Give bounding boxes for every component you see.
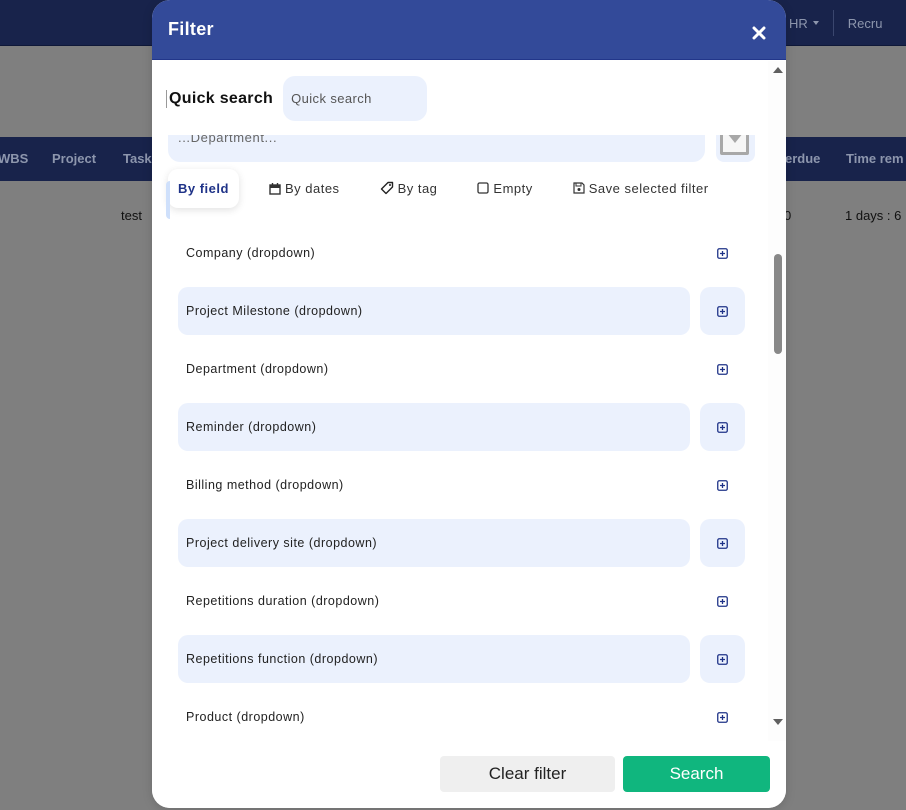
plus-square-icon [717,421,728,433]
tag-icon [380,181,393,195]
field-label: Billing method (dropdown) [186,478,344,492]
modal-body: Quick search ...Department... By field [152,61,786,741]
plus-square-icon [717,305,728,317]
field-row-department: Department (dropdown) [178,345,748,393]
add-field-button[interactable] [700,287,745,335]
add-field-button[interactable] [700,345,745,393]
add-field-button[interactable] [700,693,745,741]
field-row-product: Product (dropdown) [178,693,748,741]
department-select[interactable]: ...Department... [168,135,705,162]
chevron-down-icon [727,135,743,143]
modal-header: Filter [152,0,786,60]
nav-item-recruitment-label: Recru [847,15,883,31]
tab-label: By tag [397,180,438,196]
column-header-task[interactable]: Task [123,151,152,166]
field-label: Repetitions duration (dropdown) [186,594,380,608]
field-row-company: Company (dropdown) [178,229,748,277]
field-row-reminder: Reminder (dropdown) [178,403,748,451]
field-list: Company (dropdown) Project Milestone (dr… [178,229,748,741]
field-label: Project delivery site (dropdown) [178,519,690,567]
tab-label: By field [178,180,229,196]
column-header-overdue[interactable]: erdue [785,151,820,166]
modal-footer: Clear filter Search [152,741,786,808]
add-field-button[interactable] [700,403,745,451]
search-button[interactable]: Search [623,756,770,792]
field-label: Company (dropdown) [186,246,316,260]
department-dropdown-button[interactable] [716,135,755,162]
tab-label: By dates [284,180,340,196]
plus-square-icon [717,595,728,607]
field-label: Project Milestone (dropdown) [178,287,690,335]
nav-item-hr[interactable]: HR [789,16,819,31]
plus-square-icon [717,537,728,549]
filter-tabs: By field By dates By tag Empty Save sele… [166,167,709,219]
table-cell: test [121,208,142,223]
column-header-time-remaining[interactable]: Time rem [846,151,904,166]
nav-item-hr-label: HR [789,15,808,31]
modal-title: Filter [168,19,214,39]
close-button[interactable] [748,22,770,44]
tab-by-field[interactable]: By field [168,168,239,208]
add-field-button[interactable] [700,519,745,567]
field-row-billing-method: Billing method (dropdown) [178,461,748,509]
save-icon [573,182,585,194]
checkbox-icon [477,182,490,194]
plus-square-icon [717,363,728,375]
field-row-repetitions-duration: Repetitions duration (dropdown) [178,577,748,625]
clear-filter-button[interactable]: Clear filter [440,756,615,792]
field-row-project-delivery-site: Project delivery site (dropdown) [178,519,748,567]
tab-empty[interactable]: Empty [477,181,532,196]
tab-save-selected-filter[interactable]: Save selected filter [573,181,709,196]
field-label: Repetitions function (dropdown) [178,635,690,683]
scroll-up-arrow-icon[interactable] [773,67,783,73]
add-field-button[interactable] [700,635,745,683]
plus-square-icon [717,711,728,723]
table-cell: 1 days : 6 [845,208,902,223]
scrollbar[interactable] [768,61,786,741]
calendar-icon [269,182,281,195]
quick-search-row: Quick search [166,76,428,121]
tab-by-dates[interactable]: By dates [269,181,340,196]
scrollbar-thumb[interactable] [774,254,782,354]
nav-separator [832,10,834,36]
field-label: Reminder (dropdown) [178,403,690,451]
tab-accent [166,181,170,219]
close-icon [752,26,766,39]
quick-search-input[interactable] [283,76,428,121]
scroll-down-arrow-icon[interactable] [773,719,783,725]
add-field-button[interactable] [700,229,745,277]
chevron-down-icon [812,21,819,25]
filter-modal: Filter Quick search ...Department... By … [152,0,786,808]
tab-label: Empty [493,180,533,196]
column-header-project[interactable]: Project [52,151,96,166]
plus-square-icon [717,653,728,665]
add-field-button[interactable] [700,461,745,509]
tab-by-tag[interactable]: By tag [380,181,438,196]
plus-square-icon [717,247,728,259]
tab-label: Save selected filter [588,180,709,196]
field-row-project-milestone: Project Milestone (dropdown) [178,287,748,335]
column-header-wbs[interactable]: WBS [0,151,28,166]
quick-search-label: Quick search [166,89,273,108]
field-label: Department (dropdown) [186,362,329,376]
department-select-text: ...Department... [178,135,278,145]
add-field-button[interactable] [700,577,745,625]
plus-square-icon [717,479,728,491]
nav-item-recruitment[interactable]: Recru [848,16,883,31]
field-label: Product (dropdown) [186,710,305,724]
field-row-repetitions-function: Repetitions function (dropdown) [178,635,748,683]
